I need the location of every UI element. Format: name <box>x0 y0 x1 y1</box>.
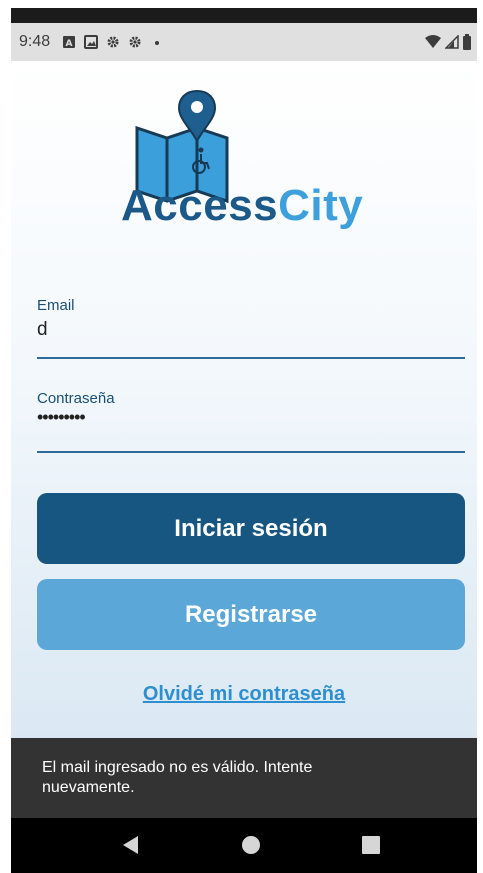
login-button[interactable]: Iniciar sesión <box>37 493 465 564</box>
status-time: 9:48 <box>19 33 51 50</box>
svg-text:A: A <box>66 39 73 49</box>
wifi-icon <box>425 35 441 48</box>
phone-screen: 9:48 A AccessCity Email d Contraseña •••… <box>11 8 477 873</box>
back-icon[interactable] <box>121 835 141 855</box>
brand-title-part2: City <box>278 181 364 230</box>
image-notification-icon <box>84 35 99 49</box>
recents-icon[interactable] <box>361 835 381 855</box>
login-screen: AccessCity Email d Contraseña ••••••••• … <box>11 61 477 738</box>
status-bar: 9:48 A <box>11 23 477 61</box>
password-field[interactable]: ••••••••• <box>37 407 86 428</box>
forgot-password-link[interactable]: Olvidé mi contraseña <box>11 683 477 706</box>
brand-title-part1: Access <box>121 181 279 230</box>
a-notification-icon: A <box>63 36 76 49</box>
battery-icon <box>463 34 471 50</box>
brand-title: AccessCity <box>121 181 381 231</box>
email-label: Email <box>37 297 75 314</box>
system-nav-bar <box>11 818 477 873</box>
email-underline <box>37 357 465 359</box>
home-icon[interactable] <box>241 835 261 855</box>
top-bezel <box>11 8 477 23</box>
register-button[interactable]: Registrarse <box>37 579 465 650</box>
password-label: Contraseña <box>37 390 115 407</box>
email-field[interactable]: d <box>37 319 48 341</box>
snackbar-message: El mail ingresado no es válido. Intente … <box>42 759 313 796</box>
password-underline <box>37 451 465 453</box>
signal-icon <box>445 35 459 49</box>
dot-icon <box>155 41 160 45</box>
settings-icon <box>107 36 119 48</box>
settings-icon <box>129 36 141 48</box>
error-snackbar: El mail ingresado no es válido. Intente … <box>11 738 477 818</box>
